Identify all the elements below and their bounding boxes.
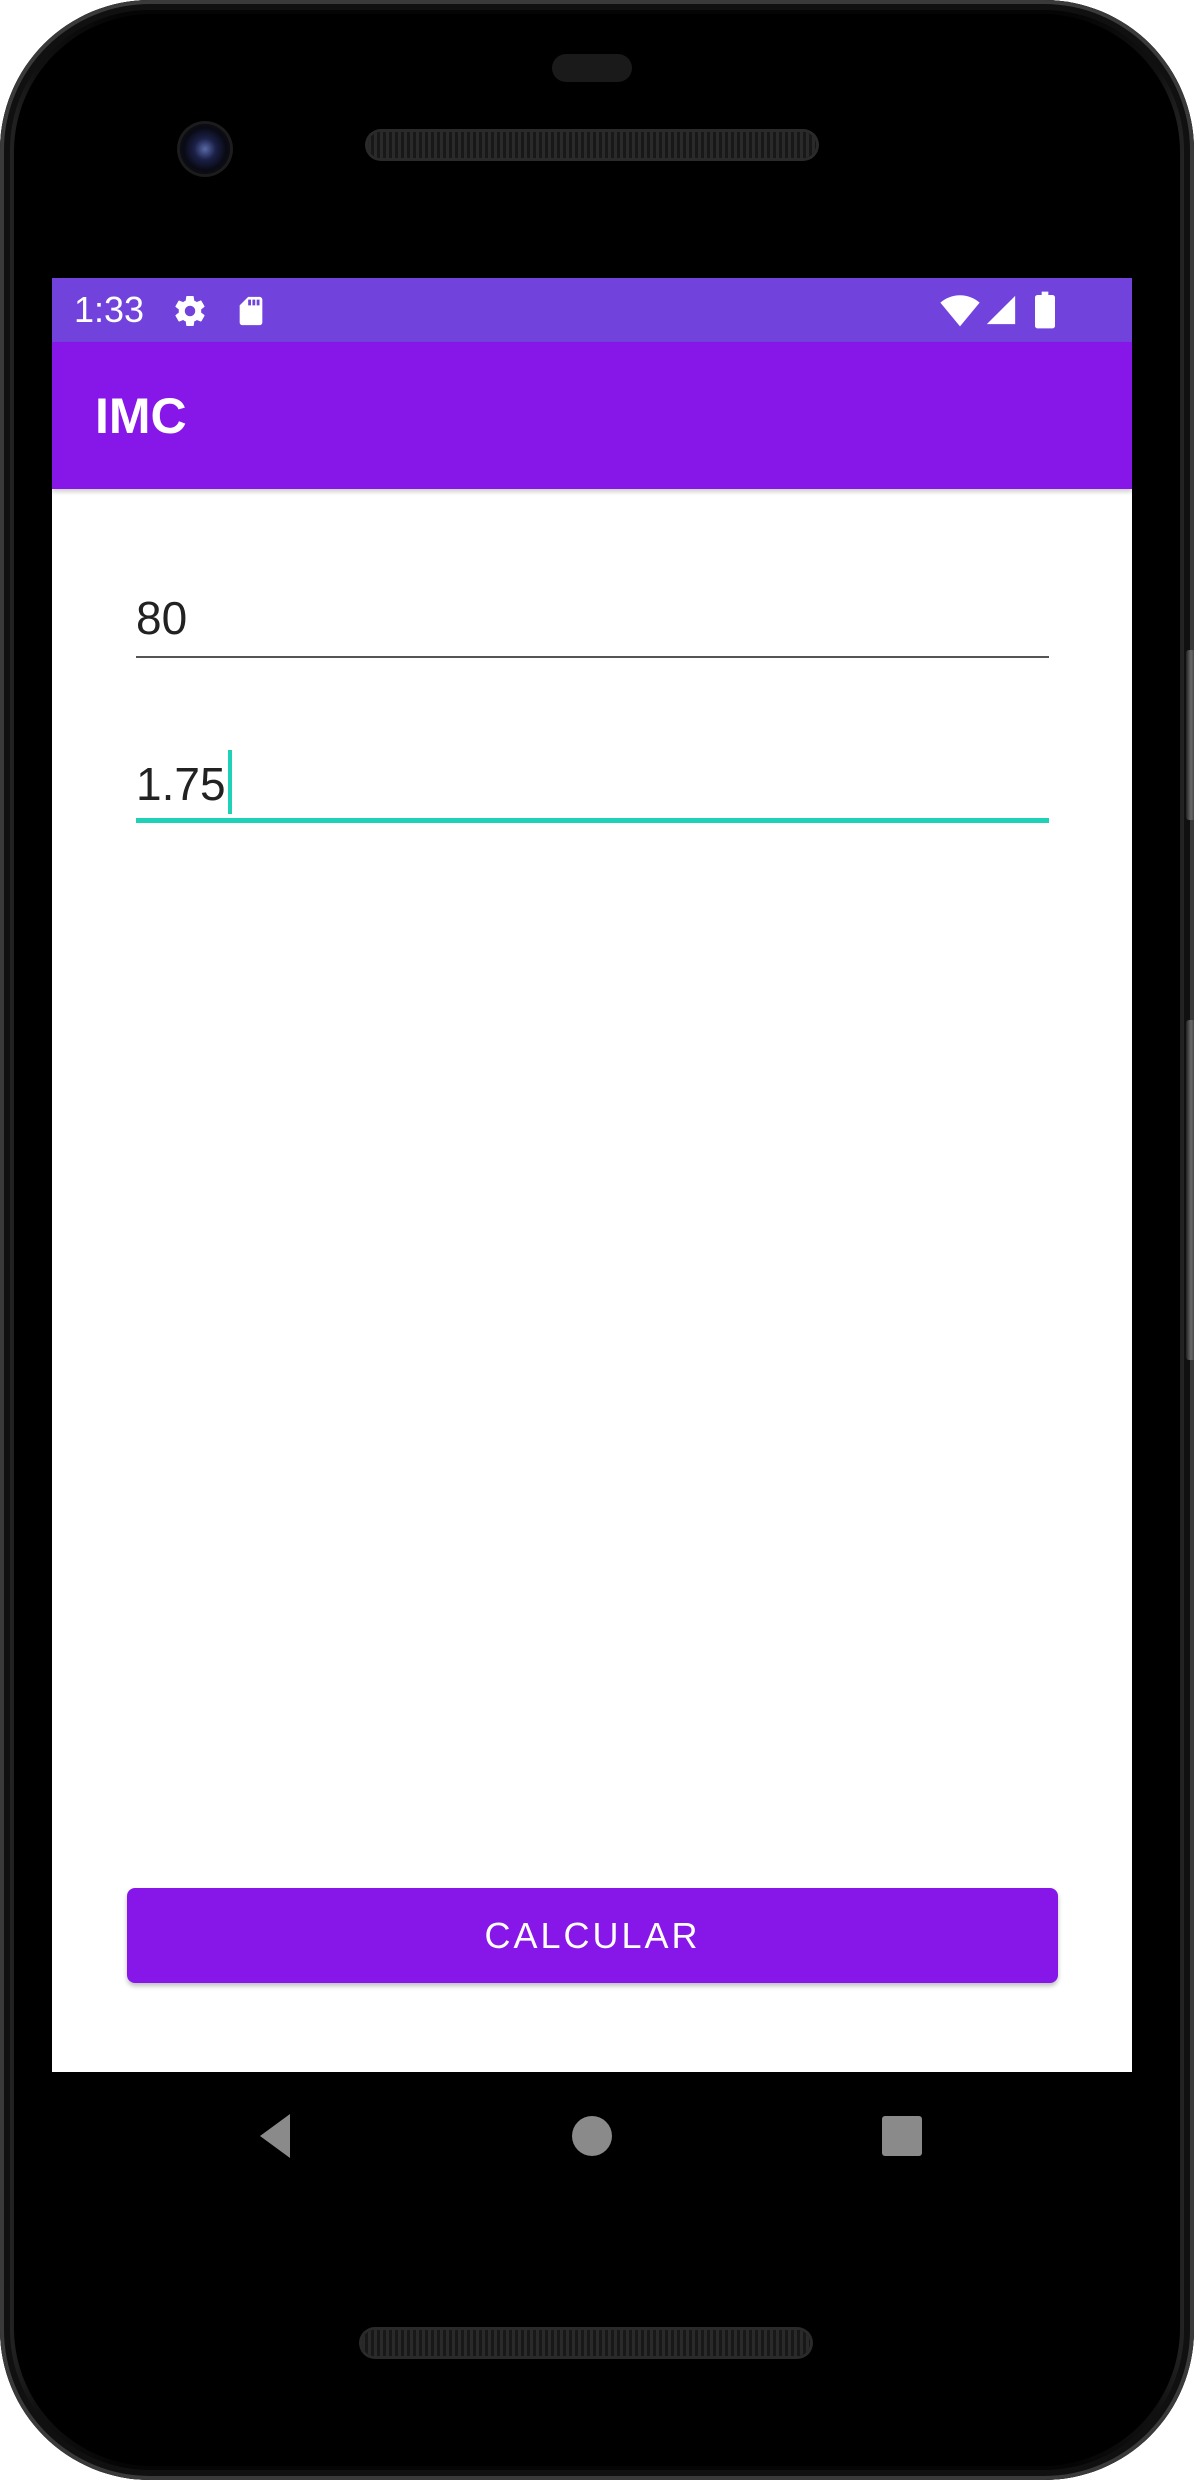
volume-button (1186, 1020, 1194, 1360)
app-screen: 1:33 IMC 80 1.75 CALCULAR (52, 278, 1132, 2072)
gear-icon (172, 293, 208, 334)
height-input[interactable]: 1.75 (136, 750, 1049, 823)
battery-icon (1034, 290, 1056, 335)
phone-frame: 1:33 IMC 80 1.75 CALCULAR (0, 0, 1194, 2480)
front-camera (180, 124, 230, 174)
height-input-text[interactable]: 1.75 (136, 750, 1049, 814)
back-icon[interactable] (248, 2106, 308, 2166)
top-speaker-grille (368, 132, 816, 158)
weight-input-underline (136, 656, 1049, 658)
power-button (1186, 650, 1194, 820)
calculate-button[interactable]: CALCULAR (127, 1888, 1058, 1983)
home-icon[interactable] (562, 2106, 622, 2166)
app-title: IMC (95, 388, 187, 444)
status-time: 1:33 (74, 289, 145, 330)
weight-input-value[interactable]: 80 (136, 590, 1049, 646)
app-bar: IMC (52, 342, 1132, 489)
status-bar: 1:33 (52, 278, 1132, 342)
sd-card-icon (234, 293, 268, 334)
height-input-underline (136, 818, 1049, 823)
cell-signal-icon (984, 292, 1018, 333)
bottom-speaker-grille (362, 2330, 810, 2356)
height-input-value: 1.75 (136, 758, 226, 810)
sensor-slot (552, 54, 632, 82)
recents-icon[interactable] (872, 2106, 932, 2166)
text-cursor (227, 750, 232, 814)
weight-input[interactable]: 80 (136, 590, 1049, 658)
wifi-icon (940, 292, 980, 333)
